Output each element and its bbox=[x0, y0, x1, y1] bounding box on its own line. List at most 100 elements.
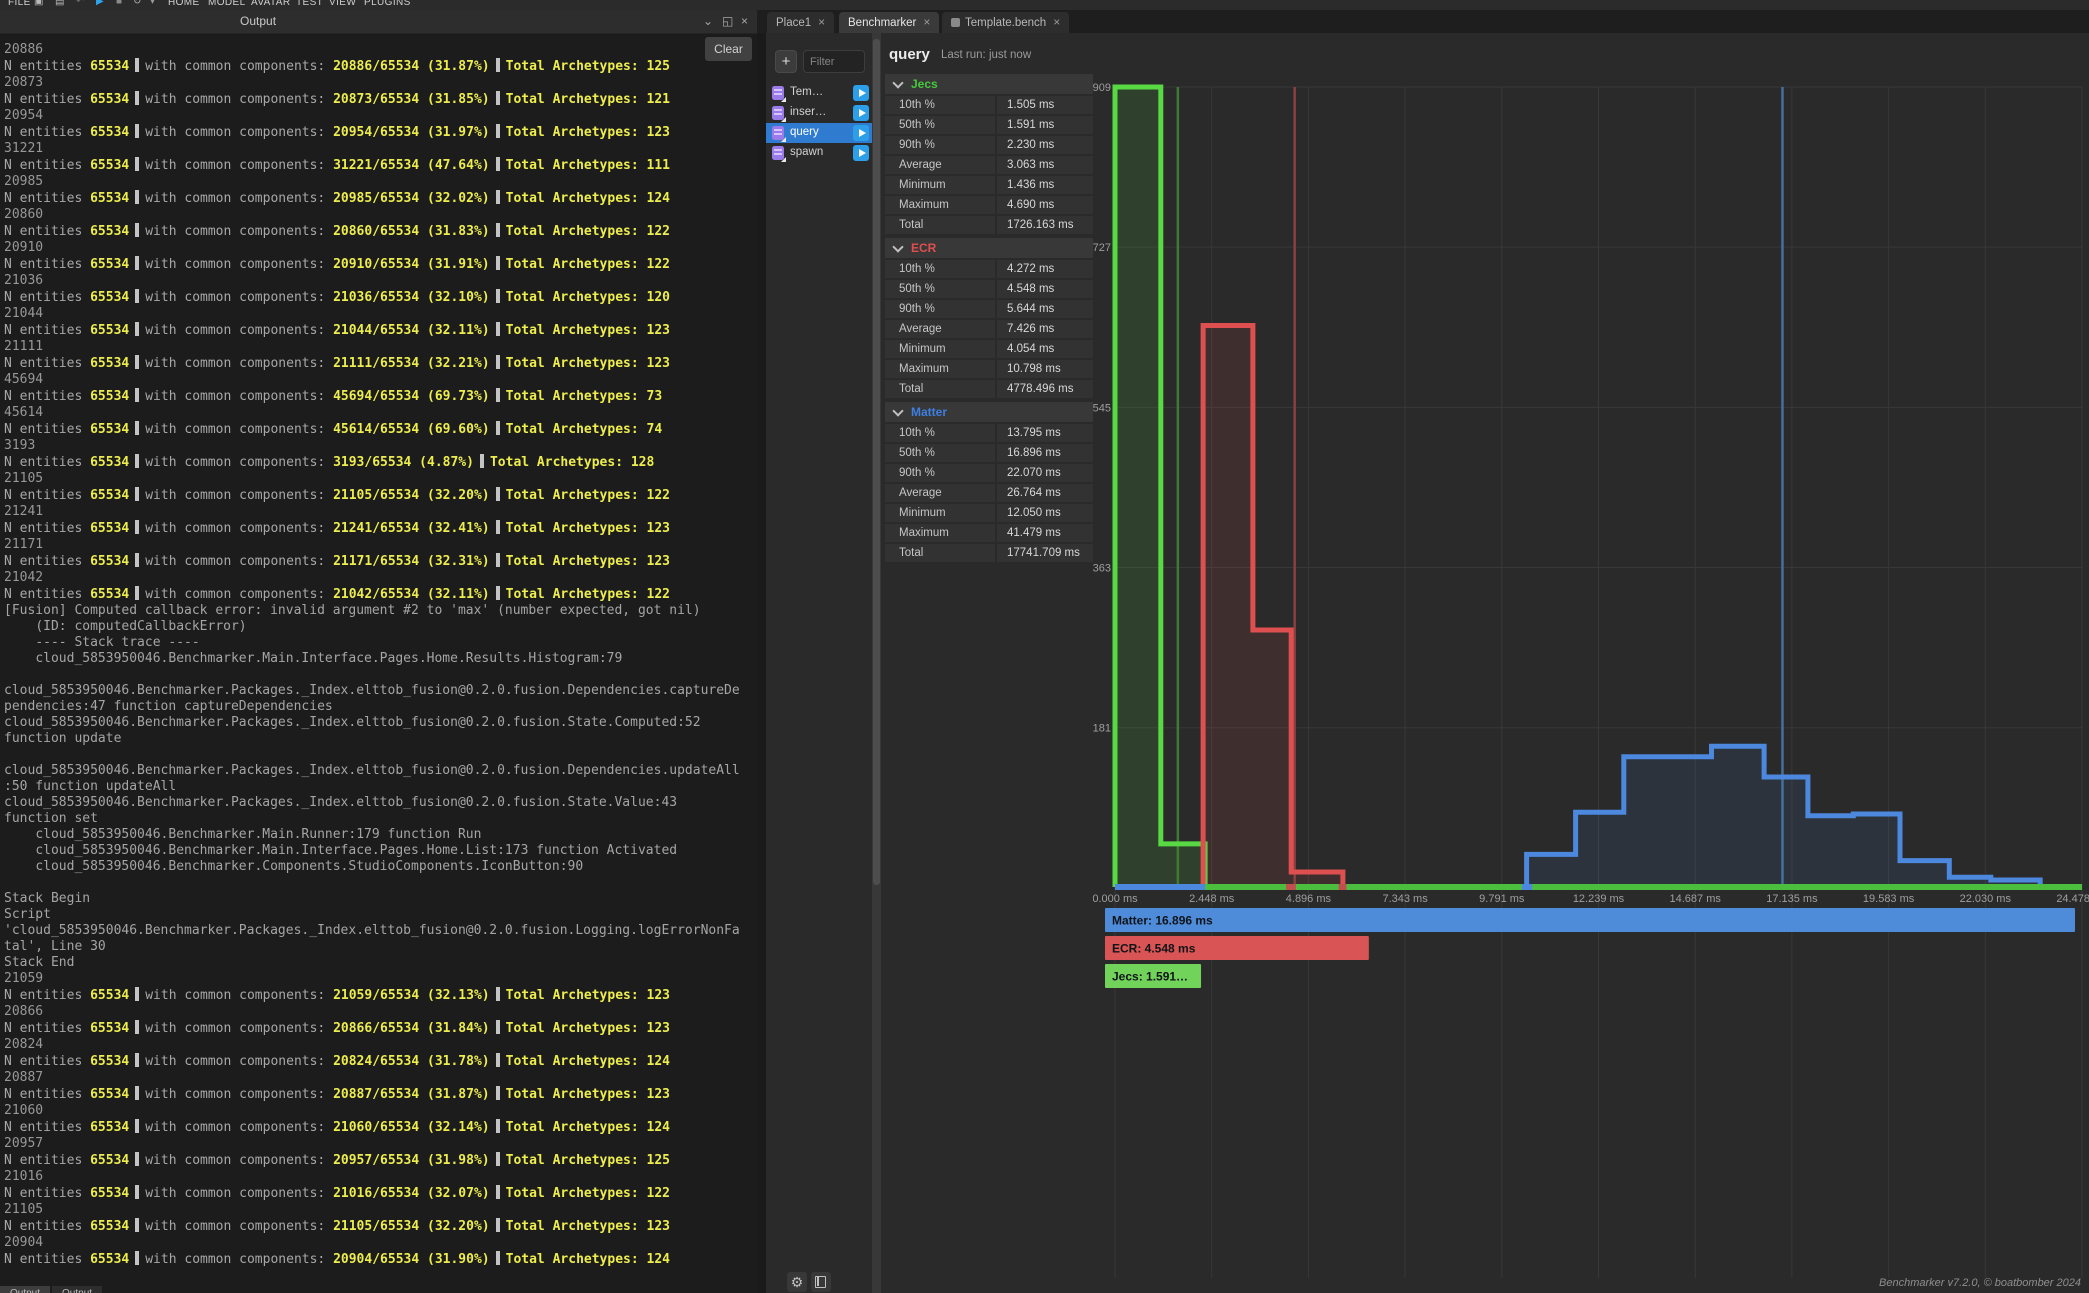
stat-row: Maximum4.690 ms bbox=[885, 196, 1093, 214]
console-line: N entities 65534with common components: … bbox=[4, 987, 745, 1004]
script-icon bbox=[772, 146, 784, 160]
stop-icon[interactable]: ■ bbox=[116, 0, 122, 7]
section-header-ecr[interactable]: ECR bbox=[885, 238, 1093, 258]
console-value: 45614/65534 (69.60%) bbox=[333, 422, 490, 437]
console-value: 21105/65534 (32.20%) bbox=[333, 1219, 490, 1234]
separator-bar bbox=[135, 1251, 139, 1265]
console-line: N entities 65534with common components: … bbox=[4, 124, 745, 141]
main-area: Place1×Benchmarker×Template.bench× + Tem… bbox=[757, 10, 2089, 1293]
console-error-line: cloud_5853950046.Benchmarker.Packages._I… bbox=[4, 683, 745, 715]
console-value: Total Archetypes: 123 bbox=[506, 125, 670, 140]
console-line: 21059 bbox=[4, 971, 745, 987]
console-value: 20886/65534 (31.87%) bbox=[333, 59, 490, 74]
menu-test[interactable]: TEST bbox=[296, 0, 323, 8]
dropdown-icon[interactable]: ▾ bbox=[150, 0, 155, 7]
reset-icon[interactable]: ↻ bbox=[133, 0, 141, 7]
console-line: 20873 bbox=[4, 75, 745, 91]
document-icon[interactable]: ▣ bbox=[34, 0, 43, 7]
menu-plugins[interactable]: PLUGINS bbox=[364, 0, 411, 8]
console-value: 20954/65534 (31.97%) bbox=[333, 125, 490, 140]
console-value: 21059/65534 (32.13%) bbox=[333, 988, 490, 1003]
sidebar-item-query[interactable]: query bbox=[766, 123, 872, 143]
output-panel-header: Output ⌄◱× bbox=[0, 10, 757, 34]
filter-input[interactable] bbox=[803, 50, 865, 73]
section-header-jecs[interactable]: Jecs bbox=[885, 74, 1093, 94]
play-icon[interactable]: ▶ bbox=[96, 0, 104, 7]
bottom-tab-output-0[interactable]: Output bbox=[0, 1286, 50, 1293]
console-error-line: cloud_5853950046.Benchmarker.Main.Interf… bbox=[4, 651, 745, 667]
console-value: 21105/65534 (32.20%) bbox=[333, 488, 490, 503]
console-line: N entities 65534with common components: … bbox=[4, 256, 745, 273]
sidebar-scrollbar[interactable] bbox=[872, 33, 881, 1293]
tab-benchmarker[interactable]: Benchmarker× bbox=[839, 12, 939, 33]
section-header-matter[interactable]: Matter bbox=[885, 402, 1093, 422]
sidebar-scrollbar-thumb[interactable] bbox=[873, 39, 880, 885]
output-panel: Output ⌄◱× Clear 20886N entities 65534wi… bbox=[0, 10, 757, 1293]
console-error-line: Script 'cloud_5853950046.Benchmarker.Pac… bbox=[4, 907, 745, 955]
console-text: N entities bbox=[4, 356, 90, 371]
stat-value: 1.591 ms bbox=[997, 116, 1093, 134]
dock-icon[interactable]: ◱ bbox=[722, 14, 733, 28]
console-value: 65534 bbox=[90, 521, 129, 536]
benchmarker-plugin-pane: + Tem…inser…queryspawn query Last run: j… bbox=[766, 33, 2089, 1293]
x-axis-label: 7.343 ms bbox=[1382, 893, 1428, 905]
console-line: N entities 65534with common components: … bbox=[4, 322, 745, 339]
console-value: 65534 bbox=[90, 257, 129, 272]
menu-home[interactable]: HOME bbox=[168, 0, 200, 8]
console-text: N entities bbox=[4, 1186, 90, 1201]
console-value: 65534 bbox=[90, 988, 129, 1003]
stat-row: Minimum12.050 ms bbox=[885, 504, 1093, 522]
chevron-down-icon[interactable]: ⌄ bbox=[703, 14, 713, 28]
run-benchmark-button[interactable] bbox=[853, 145, 869, 161]
run-benchmark-button[interactable] bbox=[853, 85, 869, 101]
run-benchmark-button[interactable] bbox=[853, 105, 869, 121]
stat-value: 4.272 ms bbox=[997, 260, 1093, 278]
console-text: with common components: bbox=[145, 455, 333, 470]
close-icon[interactable]: × bbox=[923, 15, 930, 29]
undo-icon[interactable]: ↶ bbox=[76, 0, 84, 7]
bottom-tab-output-1[interactable]: Output bbox=[52, 1286, 102, 1293]
sidebar-item-inser[interactable]: inser… bbox=[766, 103, 872, 123]
add-benchmark-button[interactable]: + bbox=[775, 50, 797, 73]
separator-bar bbox=[135, 256, 139, 270]
insert-icon[interactable]: ▤ bbox=[55, 0, 64, 7]
separator-bar bbox=[135, 1119, 139, 1133]
stat-row: 10th %13.795 ms bbox=[885, 424, 1093, 442]
console-text: N entities bbox=[4, 988, 90, 1003]
sidebar-item-spawn[interactable]: spawn bbox=[766, 143, 872, 163]
console-value: 65534 bbox=[90, 1021, 129, 1036]
console-value: 65534 bbox=[90, 1186, 129, 1201]
console-line: 20824 bbox=[4, 1037, 745, 1053]
console-value: 65534 bbox=[90, 455, 129, 470]
console-value: 65534 bbox=[90, 1252, 129, 1267]
stat-row: 90th %22.070 ms bbox=[885, 464, 1093, 482]
console-log[interactable]: 20886N entities 65534with common compone… bbox=[0, 34, 757, 1268]
console-value: Total Archetypes: 123 bbox=[506, 323, 670, 338]
separator-bar bbox=[135, 586, 139, 600]
console-error-line: cloud_5853950046.Benchmarker.Packages._I… bbox=[4, 763, 745, 795]
tab-template-bench[interactable]: Template.bench× bbox=[942, 12, 1069, 33]
docs-button[interactable] bbox=[811, 1272, 831, 1292]
separator-bar bbox=[135, 91, 139, 105]
book-icon bbox=[815, 1276, 826, 1288]
stat-value: 3.063 ms bbox=[997, 156, 1093, 174]
stat-label: Minimum bbox=[885, 340, 995, 358]
stat-value: 10.798 ms bbox=[997, 360, 1093, 378]
console-line: N entities 65534with common components: … bbox=[4, 1119, 745, 1136]
baseline-segment bbox=[1115, 884, 1205, 890]
console-value: Total Archetypes: 125 bbox=[506, 1153, 670, 1168]
plugin-credit: Benchmarker v7.2.0, © boatbomber 2024 bbox=[1879, 1277, 2081, 1289]
close-icon[interactable]: × bbox=[741, 14, 748, 28]
stat-value: 7.426 ms bbox=[997, 320, 1093, 338]
tab-place1[interactable]: Place1× bbox=[767, 12, 834, 33]
menu-file[interactable]: FILE bbox=[8, 0, 31, 8]
close-icon[interactable]: × bbox=[1053, 15, 1060, 29]
console-text: N entities bbox=[4, 191, 90, 206]
menu-model[interactable]: MODEL bbox=[208, 0, 246, 8]
settings-button[interactable]: ⚙ bbox=[787, 1272, 807, 1292]
close-icon[interactable]: × bbox=[818, 15, 825, 29]
menu-view[interactable]: VIEW bbox=[329, 0, 356, 8]
run-benchmark-button[interactable] bbox=[853, 125, 869, 141]
sidebar-item-Tem[interactable]: Tem… bbox=[766, 83, 872, 103]
menu-avatar[interactable]: AVATAR bbox=[251, 0, 290, 8]
